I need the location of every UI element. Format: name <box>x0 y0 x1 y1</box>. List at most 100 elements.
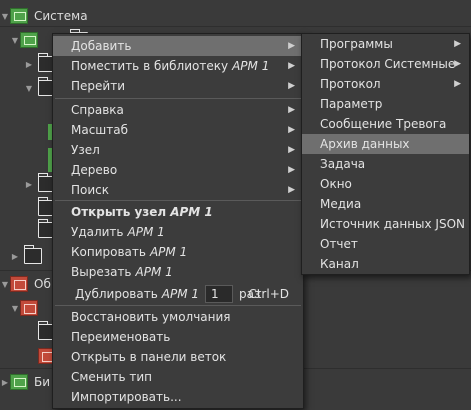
menu-item-target: АРМ 1 <box>127 225 165 239</box>
submenu-item[interactable]: Отчет <box>302 234 469 254</box>
menu-item-label: Узел <box>71 143 100 157</box>
tree-node-red[interactable]: ▼ <box>10 298 38 318</box>
menu-item-label: Открыть узел <box>71 205 167 219</box>
menu-item[interactable]: Узел ▶ <box>53 140 303 160</box>
menu-item-label: Масштаб <box>71 123 129 137</box>
menu-item[interactable]: Удалить АРМ 1 <box>53 222 303 242</box>
add-submenu: Программы ▶ Протокол Системные ▶ Протокол ▶ Па… <box>301 33 470 275</box>
system-icon <box>10 8 28 24</box>
chevron-right-icon: ▶ <box>288 105 295 115</box>
menu-item[interactable]: Дублировать АРМ 1 1 раз Ctrl+D <box>53 284 303 304</box>
menu-item[interactable]: Дерево ▶ <box>53 160 303 180</box>
submenu-item[interactable]: Параметр <box>302 94 469 114</box>
menu-item[interactable]: Перейти ▶ <box>53 76 303 96</box>
submenu-item-label: Протокол Системные <box>320 57 456 71</box>
menu-item-label: Восстановить умолчания <box>71 310 231 324</box>
menu-item[interactable]: Импортировать... <box>53 387 303 407</box>
submenu-item-label: Отчет <box>320 237 358 251</box>
duplicate-count-stepper[interactable]: 1 <box>205 285 234 303</box>
menu-item-label: Импортировать... <box>71 390 182 404</box>
menu-item[interactable]: Масштаб ▶ <box>53 120 303 140</box>
menu-item[interactable]: Поиск ▶ <box>53 180 303 200</box>
submenu-item-label: Окно <box>320 177 352 191</box>
submenu-item[interactable]: Медиа <box>302 194 469 214</box>
triangle-down-icon[interactable]: ▼ <box>0 279 10 289</box>
submenu-item[interactable]: Канал <box>302 254 469 274</box>
submenu-item-label: Сообщение Тревога <box>320 117 447 131</box>
menu-item-target: АРМ 1 <box>161 287 200 301</box>
submenu-item[interactable]: Задача <box>302 154 469 174</box>
submenu-item[interactable]: Окно <box>302 174 469 194</box>
submenu-item[interactable]: Программы ▶ <box>302 34 469 54</box>
menu-item[interactable]: Переименовать <box>53 327 303 347</box>
triangle-right-icon[interactable]: ▶ <box>24 59 34 69</box>
triangle-right-icon[interactable]: ▶ <box>0 377 10 387</box>
triangle-down-icon[interactable]: ▼ <box>24 83 34 93</box>
menu-item-label: Поместить в библиотеку <box>71 59 229 73</box>
tree-node-folder[interactable]: ▶ <box>10 245 42 266</box>
submenu-item-label: Источник данных JSON <box>320 217 466 231</box>
menu-item-label: Дерево <box>71 163 118 177</box>
menu-item[interactable]: Открыть узел АРМ 1 <box>53 202 303 222</box>
submenu-item-label: Задача <box>320 157 366 171</box>
menu-item[interactable]: Добавить ▶ <box>53 36 303 56</box>
menu-item[interactable]: Сменить тип <box>53 367 303 387</box>
menu-item-label: Дублировать <box>75 287 158 301</box>
tree-node-label: Система <box>34 9 88 23</box>
menu-separator <box>55 305 301 306</box>
menu-item-label: Удалить <box>71 225 124 239</box>
submenu-item-label: Программы <box>320 37 393 51</box>
submenu-item[interactable]: Протокол ▶ <box>302 74 469 94</box>
chevron-right-icon: ▶ <box>288 81 295 91</box>
tree-node-label: Об <box>34 277 51 291</box>
folder-icon <box>24 245 42 264</box>
menu-item-label: Копировать <box>71 245 146 259</box>
tree-node-label: Би <box>34 375 51 389</box>
submenu-item-label: Параметр <box>320 97 383 111</box>
menu-item-label: Поиск <box>71 183 110 197</box>
ob-icon <box>10 276 28 292</box>
chevron-right-icon: ▶ <box>288 61 295 71</box>
menu-item-target: АРМ 1 <box>149 245 188 259</box>
chevron-right-icon: ▶ <box>288 41 295 51</box>
chevron-right-icon: ▶ <box>454 79 461 89</box>
triangle-down-icon[interactable]: ▼ <box>10 35 20 45</box>
menu-item-label: Вырезать <box>71 265 132 279</box>
menu-item-label: Перейти <box>71 79 125 93</box>
tree-node-ob[interactable]: ▼ Об <box>0 274 51 294</box>
menu-item-label: Сменить тип <box>71 370 152 384</box>
submenu-item[interactable]: Архив данных <box>302 134 469 154</box>
menu-item-target: АРМ 1 <box>170 205 213 219</box>
context-menu: Добавить ▶ Поместить в библиотеку АРМ 1 ▶ Пер… <box>52 33 304 409</box>
submenu-item[interactable]: Сообщение Тревога <box>302 114 469 134</box>
menu-item[interactable]: Открыть в панели веток <box>53 347 303 367</box>
submenu-item[interactable]: Источник данных JSON <box>302 214 469 234</box>
shortcut-label: Ctrl+D <box>248 287 289 301</box>
menu-item[interactable]: Копировать АРМ 1 <box>53 242 303 262</box>
divider <box>0 26 471 27</box>
menu-item-label: Переименовать <box>71 330 171 344</box>
tree-node-system[interactable]: ▼ Система <box>0 6 88 26</box>
bi-icon <box>10 374 28 390</box>
menu-item[interactable]: Восстановить умолчания <box>53 307 303 327</box>
menu-item[interactable]: Вырезать АРМ 1 <box>53 262 303 282</box>
triangle-down-icon[interactable]: ▼ <box>0 11 10 21</box>
submenu-item-label: Медиа <box>320 197 362 211</box>
menu-item-target: АРМ 1 <box>232 59 270 73</box>
submenu-item-label: Канал <box>320 257 359 271</box>
triangle-right-icon[interactable]: ▶ <box>24 179 34 189</box>
triangle-right-icon[interactable]: ▶ <box>10 251 20 261</box>
chevron-right-icon: ▶ <box>288 145 295 155</box>
tree-node-bi[interactable]: ▶ Би <box>0 372 50 392</box>
chevron-right-icon: ▶ <box>454 39 461 49</box>
menu-item-label: Добавить <box>71 39 132 53</box>
chevron-right-icon: ▶ <box>454 59 461 69</box>
menu-separator <box>55 200 301 201</box>
menu-item[interactable]: Справка ▶ <box>53 100 303 120</box>
submenu-item[interactable]: Протокол Системные ▶ <box>302 54 469 74</box>
menu-separator <box>55 98 301 99</box>
chevron-right-icon: ▶ <box>288 125 295 135</box>
triangle-down-icon[interactable]: ▼ <box>10 303 20 313</box>
submenu-item-label: Архив данных <box>320 137 410 151</box>
menu-item[interactable]: Поместить в библиотеку АРМ 1 ▶ <box>53 56 303 76</box>
